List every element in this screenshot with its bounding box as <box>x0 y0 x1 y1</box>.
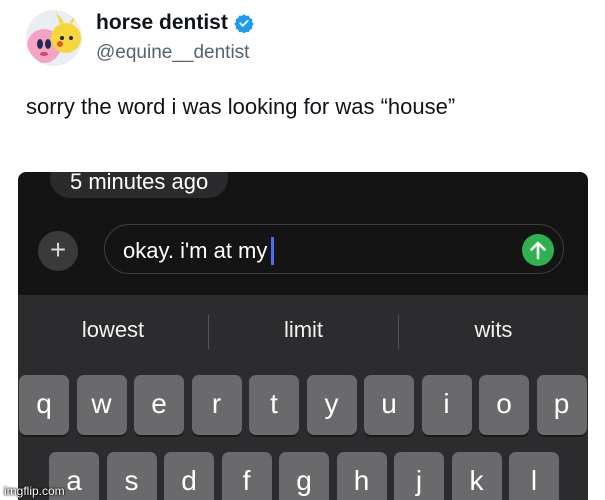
key-s[interactable]: s <box>106 452 157 500</box>
key-o[interactable]: o <box>479 375 529 435</box>
message-input[interactable]: okay. i'm at my <box>104 224 564 274</box>
key-f[interactable]: f <box>221 452 272 500</box>
add-attachment-button[interactable]: + <box>38 231 78 271</box>
user-handle[interactable]: @equine__dentist <box>96 42 249 64</box>
key-u[interactable]: u <box>364 375 414 435</box>
key-y[interactable]: y <box>306 375 357 435</box>
avatar[interactable] <box>26 10 82 66</box>
key-p[interactable]: p <box>536 375 587 435</box>
key-e[interactable]: e <box>134 375 184 435</box>
watermark: imgflip.com <box>4 484 65 498</box>
suggestion-3[interactable]: wits <box>399 295 588 367</box>
send-button[interactable] <box>522 234 554 266</box>
tweet-text: sorry the word i was looking for was “ho… <box>26 94 456 119</box>
display-name-text: horse dentist <box>96 11 228 34</box>
suggestion-1[interactable]: lowest <box>18 295 208 367</box>
message-input-text: okay. i'm at my <box>123 238 268 263</box>
previous-message-bubble: 5 minutes ago <box>50 172 229 198</box>
display-name[interactable]: horse dentist <box>96 11 254 35</box>
predictive-text-bar: lowest limit wits <box>18 295 588 367</box>
text-caret <box>271 237 275 265</box>
avatar-image <box>27 12 81 63</box>
key-g[interactable]: g <box>279 452 329 500</box>
arrow-up-icon <box>530 241 546 260</box>
key-l[interactable]: l <box>509 452 559 500</box>
key-t[interactable]: t <box>249 375 299 435</box>
key-k[interactable]: k <box>451 452 502 500</box>
key-h[interactable]: h <box>336 452 387 500</box>
key-r[interactable]: r <box>191 375 242 435</box>
verified-badge-icon <box>234 13 254 34</box>
embedded-phone-screenshot: 5 minutes ago + okay. i'm at my lowest l… <box>18 172 588 500</box>
key-q[interactable]: q <box>19 375 69 435</box>
key-w[interactable]: w <box>76 375 127 435</box>
key-i[interactable]: i <box>421 375 472 435</box>
key-j[interactable]: j <box>394 452 444 500</box>
suggestion-2[interactable]: limit <box>209 295 398 367</box>
key-d[interactable]: d <box>164 452 214 500</box>
keyboard: lowest limit wits qwertyuiop asdfghjkl <box>18 295 588 500</box>
